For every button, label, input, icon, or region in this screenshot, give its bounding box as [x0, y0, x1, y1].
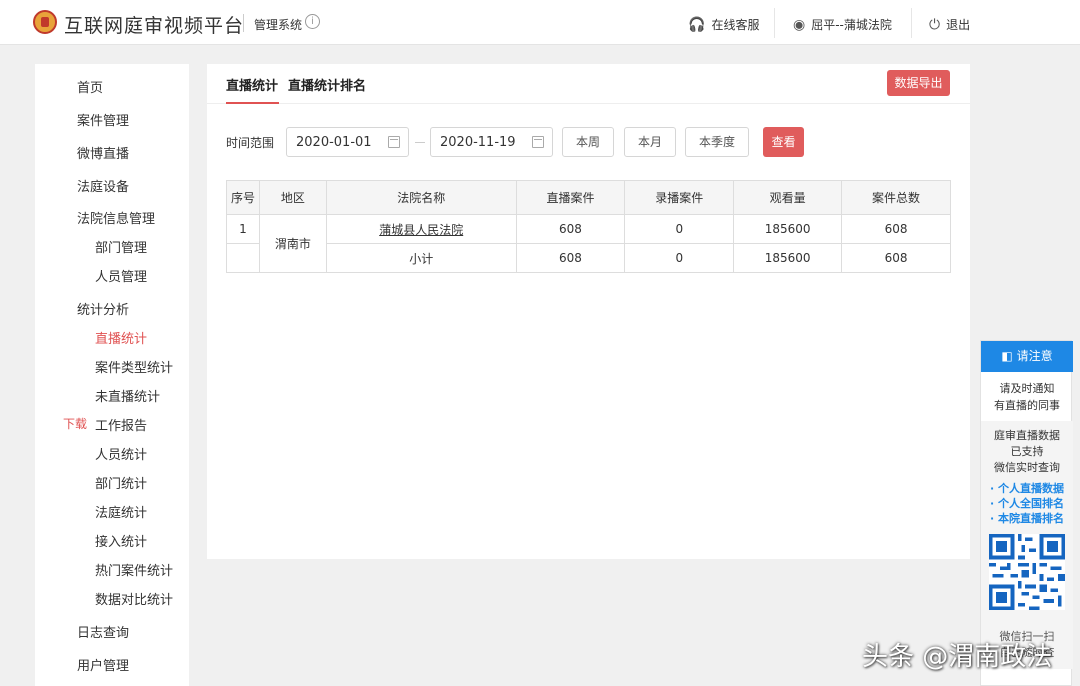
active-tab-indicator [226, 102, 279, 104]
app-title: 互联网庭审视频平台 [64, 15, 245, 37]
subtotal-row: 小计 608 0 185600 608 [226, 243, 951, 273]
column-header: 直播案件 [515, 180, 626, 215]
sidebar: 首页 案件管理 微博直播 法庭设备 法院信息管理 部门管理 人员管理 统计分析 … [35, 64, 189, 686]
tab-live-stats[interactable]: 直播统计 [226, 75, 278, 94]
sidebar-item-work-report[interactable]: 工作报告 [95, 415, 147, 434]
this-month-button[interactable]: 本月 [624, 127, 676, 157]
main-panel: 直播统计 直播统计排名 数据导出 时间范围 2020-01-01 2020-11… [207, 64, 970, 559]
sidebar-item-home[interactable]: 首页 [77, 77, 103, 96]
sidebar-item-comparison-stats[interactable]: 数据对比统计 [95, 589, 173, 608]
sidebar-item-statistics[interactable]: 统计分析 [77, 299, 129, 318]
sidebar-item-personnel-stats[interactable]: 人员统计 [95, 444, 147, 463]
user-label: 屈平--蒲城法院 [811, 18, 892, 32]
start-date-input[interactable]: 2020-01-01 [286, 127, 409, 157]
this-week-button[interactable]: 本周 [562, 127, 614, 157]
sidebar-item-case-management[interactable]: 案件管理 [77, 110, 129, 129]
notice-bullet: · 个人全国排名 [989, 497, 1064, 510]
table-row: 1 渭南市 蒲城县人民法院 608 0 185600 608 [226, 214, 951, 273]
header-divider [911, 8, 912, 38]
court-name-link[interactable]: 蒲城县人民法院 [325, 214, 517, 244]
qr-code-icon [989, 534, 1065, 610]
view-count: 185600 [733, 214, 843, 244]
calendar-icon [388, 136, 400, 148]
notice-line: 请及时通知 [999, 382, 1055, 395]
sidebar-item-hot-case-stats[interactable]: 热门案件统计 [95, 560, 173, 579]
column-header: 地区 [258, 180, 327, 215]
query-button[interactable]: 查看 [763, 127, 804, 157]
logout-label: 退出 [946, 18, 971, 32]
recorded-count: 0 [624, 243, 735, 273]
calendar-icon [532, 136, 544, 148]
view-count: 185600 [733, 243, 843, 273]
time-range-label: 时间范围 [226, 136, 275, 150]
this-quarter-button[interactable]: 本季度 [685, 127, 749, 157]
column-header: 法院名称 [325, 180, 517, 215]
live-count: 608 [515, 243, 626, 273]
notice-line: 有直播的同事 [994, 399, 1060, 412]
title-divider [243, 14, 244, 32]
info-icon[interactable]: i [305, 14, 320, 29]
region-cell: 渭南市 [258, 214, 327, 273]
notice-bullet: · 个人直播数据 [989, 482, 1064, 495]
row-index: 1 [226, 214, 260, 244]
sidebar-item-case-type-stats[interactable]: 案件类型统计 [95, 357, 173, 376]
court-emblem-icon [33, 10, 57, 34]
column-header: 录播案件 [624, 180, 735, 215]
export-button[interactable]: 数据导出 [887, 70, 950, 96]
notice-line: 已支持 [1010, 445, 1044, 458]
total-count: 608 [841, 243, 951, 273]
sidebar-item-court-info[interactable]: 法院信息管理 [77, 208, 155, 227]
notice-panel: ◧ 请注意 请及时通知 有直播的同事 庭审直播数据 已支持 微信实时查询 · 个… [980, 340, 1073, 686]
sidebar-item-personnel[interactable]: 人员管理 [95, 266, 147, 285]
end-date-input[interactable]: 2020-11-19 [430, 127, 553, 157]
sidebar-item-user-management[interactable]: 用户管理 [77, 655, 129, 674]
notice-bullet: · 本院直播排名 [989, 512, 1064, 525]
top-bar: 互联网庭审视频平台 管理系统 i 🎧 在线客服 ◉ 屈平--蒲城法院 ⏻ 退出 [0, 0, 1080, 45]
subtotal-label: 小计 [325, 243, 517, 273]
live-count: 608 [515, 214, 626, 244]
tab-separator [207, 103, 970, 104]
sidebar-item-departments[interactable]: 部门管理 [95, 237, 147, 256]
end-date-value: 2020-11-19 [440, 135, 516, 150]
column-header: 序号 [226, 180, 260, 215]
support-label: 在线客服 [711, 18, 760, 32]
sidebar-item-access-stats[interactable]: 接入统计 [95, 531, 147, 550]
sidebar-item-log-query[interactable]: 日志查询 [77, 622, 129, 641]
column-header: 案件总数 [841, 180, 951, 215]
sidebar-item-weibo-live[interactable]: 微博直播 [77, 143, 129, 162]
notice-header: ◧ 请注意 [981, 341, 1073, 372]
stats-table: 序号 地区 法院名称 直播案件 录播案件 观看量 案件总数 1 渭南市 蒲城县人… [226, 180, 951, 273]
notice-title: 请注意 [1016, 349, 1053, 363]
notice-line: 庭审直播数据 [994, 429, 1060, 442]
sidebar-item-not-live-stats[interactable]: 未直播统计 [95, 386, 160, 405]
total-count: 608 [841, 214, 951, 244]
recorded-count: 0 [624, 214, 735, 244]
watermark: 头条 @渭南政法 [862, 642, 1053, 672]
sidebar-item-court-devices[interactable]: 法庭设备 [77, 176, 129, 195]
user-avatar-icon: ◉ [793, 16, 806, 33]
system-label: 管理系统 [254, 18, 303, 32]
column-header: 观看量 [733, 180, 843, 215]
logout-button[interactable]: ⏻ 退出 [929, 16, 970, 33]
headset-icon: 🎧 [688, 16, 706, 33]
sidebar-item-department-stats[interactable]: 部门统计 [95, 473, 147, 492]
user-menu[interactable]: ◉ 屈平--蒲城法院 [793, 16, 892, 33]
date-range-separator [415, 142, 425, 143]
download-badge[interactable]: 下载 [63, 415, 87, 432]
start-date-value: 2020-01-01 [296, 135, 372, 150]
speaker-icon: ◧ [1001, 349, 1017, 363]
sidebar-item-courtroom-stats[interactable]: 法庭统计 [95, 502, 147, 521]
notice-line: 微信实时查询 [994, 461, 1060, 474]
power-icon: ⏻ [929, 16, 941, 33]
header-divider [774, 8, 775, 38]
table-header-row: 序号 地区 法院名称 直播案件 录播案件 观看量 案件总数 [226, 180, 951, 215]
sidebar-item-live-stats[interactable]: 直播统计 [95, 328, 147, 347]
tab-live-ranking[interactable]: 直播统计排名 [288, 75, 366, 94]
online-support-link[interactable]: 🎧 在线客服 [688, 16, 759, 33]
row-index-empty [226, 243, 260, 273]
